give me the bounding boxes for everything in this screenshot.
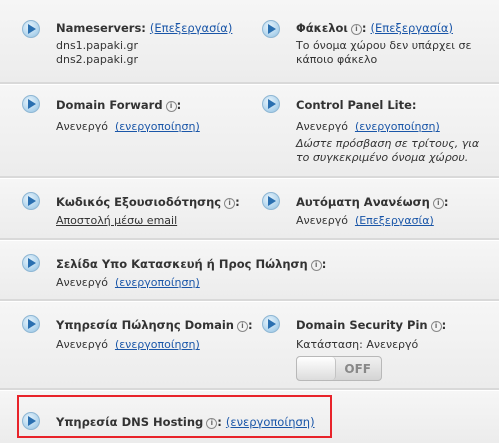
toggle-knob[interactable] xyxy=(297,357,336,380)
nameserver-2: dns2.papaki.gr xyxy=(56,53,139,66)
info-icon[interactable]: i xyxy=(236,321,248,332)
expand-arrow-icon[interactable] xyxy=(262,95,280,113)
panel-nameservers-folders: Nameservers: (Επεξεργασία) dns1.papaki.g… xyxy=(0,0,499,84)
panel-sale-securitypin: Υπηρεσία Πώλησης Domain i: Ανενεργό (ενερ… xyxy=(0,302,499,390)
expand-arrow-icon[interactable] xyxy=(262,192,280,210)
auth-code-title: Κωδικός Εξουσιοδότησης i: xyxy=(56,195,240,209)
control-panel-lite-title: Control Panel Lite: xyxy=(296,98,417,112)
auth-code-email-link[interactable]: Αποστολή μέσω email xyxy=(56,214,177,228)
domain-sale-status: Ανενεργό (ενεργοποίηση) xyxy=(56,338,200,351)
expand-arrow-icon[interactable] xyxy=(22,315,40,333)
auto-renew-edit-link[interactable]: (Επεξεργασία) xyxy=(355,214,434,227)
info-icon[interactable]: i xyxy=(310,260,322,271)
expand-arrow-icon[interactable] xyxy=(22,95,40,113)
domain-forward-status: Ανενεργό (ενεργοποίηση) xyxy=(56,120,200,133)
expand-arrow-icon[interactable] xyxy=(22,254,40,272)
nameservers-edit-link[interactable]: (Επεξεργασία) xyxy=(150,21,232,35)
control-panel-lite-note-1: Δώστε πρόσβαση σε τρίτους, για xyxy=(296,137,480,150)
security-pin-title: Domain Security Pin i: xyxy=(296,318,447,332)
security-pin-status: Κατάσταση: Ανενεργό xyxy=(296,338,419,351)
panel-under-construction: Σελίδα Υπο Κατασκευή ή Προς Πώληση i: Ανε… xyxy=(0,241,499,301)
panel-forward-controlpanel: Domain Forward i: Ανενεργό (ενεργοποίηση)… xyxy=(0,85,499,178)
folders-line-1: Το όνομα χώρου δεν υπάρχει σε xyxy=(296,39,472,52)
under-construction-activate-link[interactable]: (ενεργοποίηση) xyxy=(115,276,200,289)
expand-arrow-icon[interactable] xyxy=(262,20,280,38)
folders-title: Φάκελοι i: (Επεξεργασία) xyxy=(296,21,453,35)
info-icon[interactable]: i xyxy=(430,321,442,332)
toggle-label: OFF xyxy=(344,362,371,376)
auto-renew-status: Ανενεργό (Επεξεργασία) xyxy=(296,214,434,227)
info-icon[interactable]: i xyxy=(224,198,236,209)
domain-forward-activate-link[interactable]: (ενεργοποίηση) xyxy=(115,120,200,133)
control-panel-lite-status: Ανενεργό (ενεργοποίηση) xyxy=(296,120,440,133)
panel-authcode-autorenew: Κωδικός Εξουσιοδότησης i: Αποστολή μέσω e… xyxy=(0,179,499,240)
nameserver-1: dns1.papaki.gr xyxy=(56,39,139,52)
domain-sale-title: Υπηρεσία Πώλησης Domain i: xyxy=(56,318,253,332)
domain-forward-title: Domain Forward i: xyxy=(56,98,182,112)
auto-renew-title: Αυτόματη Ανανέωση i: xyxy=(296,195,449,209)
control-panel-lite-activate-link[interactable]: (ενεργοποίηση) xyxy=(355,120,440,133)
info-icon[interactable]: i xyxy=(432,198,444,209)
info-icon[interactable]: i xyxy=(165,101,177,112)
domain-sale-activate-link[interactable]: (ενεργοποίηση) xyxy=(115,338,200,351)
info-icon[interactable]: i xyxy=(350,24,362,35)
folders-line-2: κάποιο φάκελο xyxy=(296,53,378,66)
control-panel-lite-note-2: το συγκεκριμένο όνομα χώρου. xyxy=(296,151,469,164)
security-pin-toggle[interactable]: OFF xyxy=(296,356,382,381)
under-construction-title: Σελίδα Υπο Κατασκευή ή Προς Πώληση i: xyxy=(56,257,327,271)
under-construction-status: Ανενεργό (ενεργοποίηση) xyxy=(56,276,200,289)
expand-arrow-icon[interactable] xyxy=(262,315,280,333)
nameservers-title: Nameservers: (Επεξεργασία) xyxy=(56,21,233,35)
expand-arrow-icon[interactable] xyxy=(22,20,40,38)
expand-arrow-icon[interactable] xyxy=(22,192,40,210)
folders-edit-link[interactable]: (Επεξεργασία) xyxy=(371,21,453,35)
highlight-box xyxy=(17,395,332,438)
